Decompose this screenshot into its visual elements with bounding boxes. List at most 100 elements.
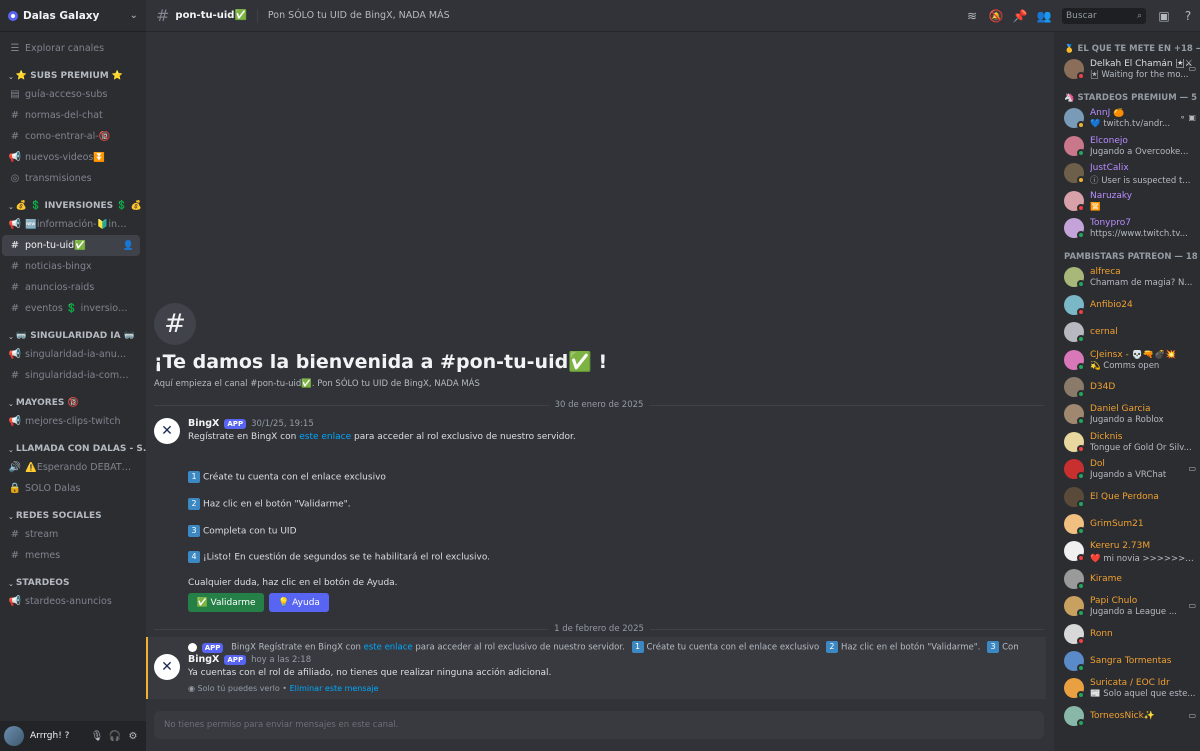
member-item[interactable]: Kereru 2.73M ❤️ mi novia >>>>>> 🅿 xyxy=(1064,538,1196,564)
channel-item[interactable]: # como-entrar-al-🔞 xyxy=(0,126,140,147)
member-item[interactable]: Kirame xyxy=(1064,566,1196,592)
channel-item[interactable]: 📢 mejores-clips-twitch xyxy=(0,411,140,432)
status-dot xyxy=(1077,307,1085,316)
server-header[interactable]: Dalas Galaxy ⌄ xyxy=(0,0,146,32)
member-status: 🈺 xyxy=(1090,201,1101,212)
channel-category[interactable]: ⌄ 🥽 SINGULARIDAD IA 🥽 xyxy=(0,324,146,344)
pin-icon[interactable]: 📌 xyxy=(1008,9,1032,23)
member-item[interactable]: JustCalix ⓘ User is suspected t... xyxy=(1064,160,1196,186)
channel-item[interactable]: # anuncios-raids xyxy=(0,277,140,298)
welcome-title: ¡Te damos la bienvenida a #pon-tu-uid✅ ! xyxy=(154,351,608,373)
member-item[interactable]: GrimSum21 xyxy=(1064,511,1196,537)
member-item[interactable]: Tonypro7 https://www.twitch.tv... xyxy=(1064,215,1196,241)
help-icon[interactable]: ? xyxy=(1176,9,1200,23)
status-dot xyxy=(1077,444,1085,453)
notifications-muted-icon[interactable]: 🔕 xyxy=(984,9,1008,23)
announcement-icon: 📢 xyxy=(8,152,22,163)
date-divider: 1 de febrero de 2025 xyxy=(154,624,1045,634)
step-line: 3 Completa con tu UID xyxy=(188,525,297,537)
channel-item[interactable]: 🔒 SÓLO Dalas xyxy=(0,478,140,499)
member-item[interactable]: El Que Perdona xyxy=(1064,484,1196,510)
message-author[interactable]: BingX xyxy=(188,654,219,665)
channel-item[interactable]: # memes xyxy=(0,545,140,566)
channel-item[interactable]: ◎ transmisiones xyxy=(0,168,140,189)
channel-item[interactable]: 📢 singularidad-ia-anuncios xyxy=(0,344,140,365)
member-item[interactable]: cernal xyxy=(1064,319,1196,345)
member-item[interactable]: CJeinsx - 💀🔫💣💥 💫 Comms open xyxy=(1064,347,1196,373)
activity-icon: ▭ xyxy=(1188,710,1196,720)
signup-link[interactable]: este enlace xyxy=(299,432,351,442)
member-name: Kirame xyxy=(1090,573,1122,584)
channel-sidebar: Dalas Galaxy ⌄ ☰ Explorar canales ⌄ ⭐ SUB… xyxy=(0,0,146,751)
member-item[interactable]: Ronn xyxy=(1064,621,1196,647)
channel-item[interactable]: # noticias-bingx xyxy=(0,256,140,277)
inbox-icon[interactable]: ▣ xyxy=(1152,9,1176,23)
member-item[interactable]: Suricata / EOC ldr 📰 Solo aquel que este.… xyxy=(1064,675,1196,701)
member-item[interactable]: Anfibio24 xyxy=(1064,292,1196,318)
announcement-icon: 📢 xyxy=(8,349,22,360)
members-icon[interactable]: 👥 xyxy=(1032,9,1056,23)
member-item[interactable]: Sangra Tormentas xyxy=(1064,648,1196,674)
delete-message-link[interactable]: Eliminar este mensaje xyxy=(290,684,379,693)
channel-category[interactable]: ⌄ ⭐ SUBS PREMIUM ⭐ xyxy=(0,64,146,84)
channel-item[interactable]: 📢 stardeos-anuncios xyxy=(0,591,140,612)
help-button[interactable]: 💡 Ayuda xyxy=(269,593,329,612)
status-dot xyxy=(1077,554,1085,563)
channel-item[interactable]: ▤ guía-acceso-subs xyxy=(0,84,140,105)
channel-item-active[interactable]: # pon-tu-uid✅ 👤 xyxy=(2,235,140,256)
date-divider: 30 de enero de 2025 xyxy=(154,400,1044,410)
lock-icon: 🔒 xyxy=(8,483,22,494)
channel-item[interactable]: # eventos 💲 inversiones xyxy=(0,298,140,319)
member-name: Delkah El Chamán 🃏⚔ xyxy=(1090,59,1193,69)
member-item[interactable]: D34D xyxy=(1064,374,1196,400)
member-item[interactable]: Papi Chulo Jugando a League ... ▭ xyxy=(1064,593,1196,619)
member-item[interactable]: AnnJ 🍊 💙 twitch.tv/andr... ⚬ ▣ xyxy=(1064,105,1196,131)
channel-category[interactable]: ⌄ REDES SOCIALES xyxy=(0,504,146,524)
channel-topic[interactable]: Pon SÓLO tu UID de BingX, NADA MÁS xyxy=(268,10,450,21)
chevron-down-icon[interactable]: ⌄ xyxy=(130,10,138,21)
status-dot xyxy=(1077,72,1085,80)
status-dot xyxy=(1077,581,1085,590)
channel-category[interactable]: ⌄ MAYORES 🔞 xyxy=(0,391,146,411)
step-line: 4 ¡Listo! En cuestión de segundos se te h… xyxy=(188,551,490,563)
headphones-icon[interactable]: 🎧 xyxy=(106,731,124,742)
explore-channels[interactable]: ☰ Explorar canales xyxy=(0,38,140,59)
bingx-avatar[interactable]: ✕ xyxy=(154,654,180,680)
channel-item[interactable]: 📢 🆕información-🔰inver... xyxy=(0,214,140,235)
status-dot xyxy=(1077,636,1085,645)
welcome-subtitle: Aquí empieza el canal #pon-tu-uid✅. Pon … xyxy=(154,379,480,389)
bingx-avatar[interactable]: ✕ xyxy=(154,418,180,444)
microphone-icon[interactable]: 🎙 xyxy=(88,731,106,742)
channel-item[interactable]: 🔊 ⚠️Esperando DEBATE⚠️ xyxy=(0,457,140,478)
member-item[interactable]: alfreca Chamam de magia? N... xyxy=(1064,264,1196,290)
member-item[interactable]: Dicknis Tongue of Gold Or Silv... xyxy=(1064,429,1196,455)
message-timestamp: hoy a las 2:18 xyxy=(251,654,312,665)
status-dot xyxy=(1077,335,1085,344)
invite-icon[interactable]: 👤 xyxy=(123,241,134,251)
channel-item[interactable]: # normas-del-chat xyxy=(0,105,140,126)
reply-preview[interactable]: APP BingX Regístrate en BingX con este e… xyxy=(188,641,1018,653)
user-name: Arrrgh! ? xyxy=(30,731,70,741)
search-input[interactable]: Buscar ⌕ xyxy=(1062,8,1146,24)
member-item[interactable]: Delkah El Chamán 🃏⚔ 🃏 Waiting for the mo.… xyxy=(1064,56,1196,82)
channel-category[interactable]: ⌄ 💰 💲 INVERSIONES 💲 💰 xyxy=(0,194,146,214)
message-author[interactable]: BingX xyxy=(188,418,219,429)
member-item[interactable]: Naruzaky 🈺 xyxy=(1064,188,1196,214)
activity-icon: ▭ xyxy=(1188,64,1196,73)
channel-category[interactable]: ⌄ LLAMADA CON DALAS - S... xyxy=(0,437,146,457)
member-item[interactable]: Dol Jugando a VRChat ▭ xyxy=(1064,456,1196,482)
channel-item[interactable]: #singularidad-ia-comunid... xyxy=(0,365,140,386)
member-name: El Que Perdona xyxy=(1090,491,1159,502)
validate-button[interactable]: ✅ Validarme xyxy=(188,593,264,612)
member-item[interactable]: Daniel Garcia Jugando a Roblox xyxy=(1064,401,1196,427)
status-dot xyxy=(1077,390,1085,398)
channel-item[interactable]: # stream xyxy=(0,524,140,545)
gear-icon[interactable]: ⚙ xyxy=(124,731,142,742)
member-name: Dicknis xyxy=(1090,431,1123,442)
threads-icon[interactable]: ≋ xyxy=(960,9,984,23)
channel-category[interactable]: ⌄ STARDEOS xyxy=(0,571,146,591)
member-item[interactable]: Elconejo Jugando a Overcooke... xyxy=(1064,133,1196,159)
avatar[interactable] xyxy=(4,726,24,746)
member-item[interactable]: TorneosNick✨ ▭ xyxy=(1064,703,1196,729)
channel-item[interactable]: 📢 nuevos-videos⏬ xyxy=(0,147,140,168)
